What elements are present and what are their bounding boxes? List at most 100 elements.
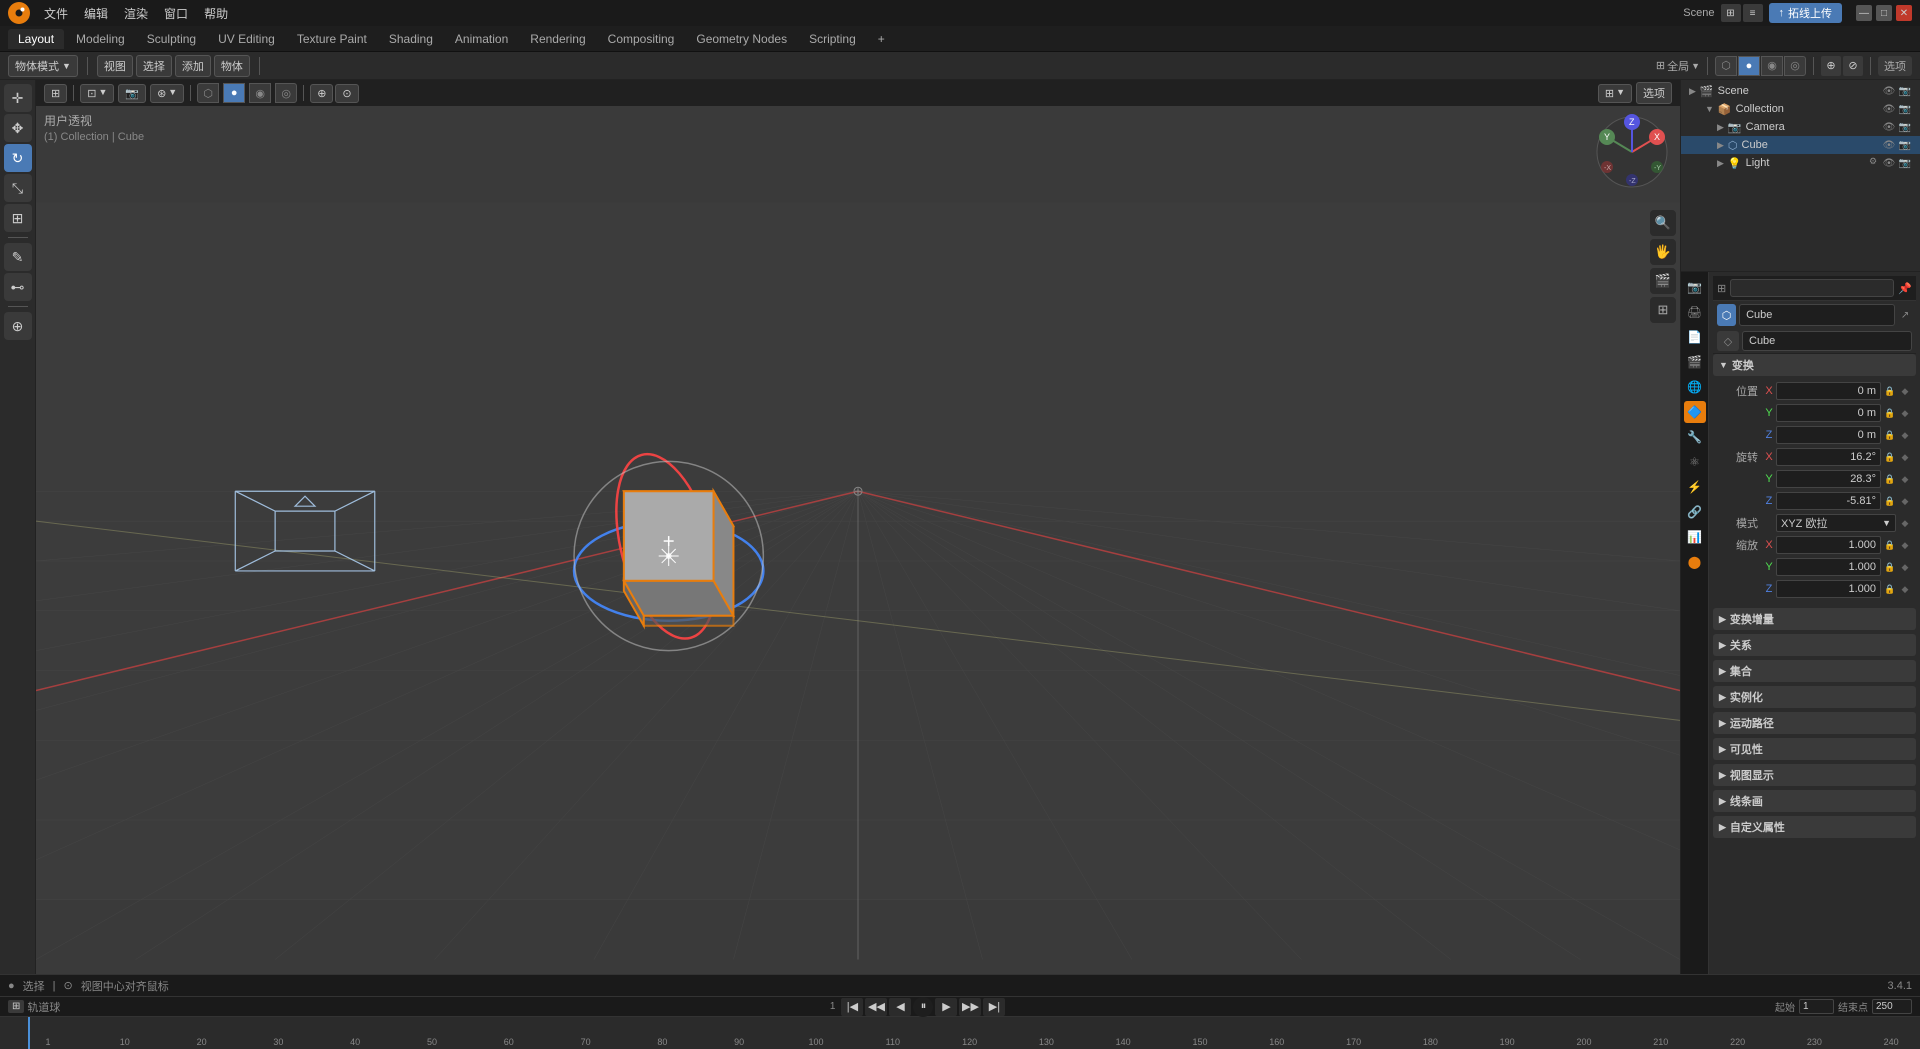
tab-modeling[interactable]: Modeling [66,29,135,49]
hdr-render-btn[interactable]: ◎ [275,83,297,103]
scale-x-field[interactable]: 1.000 [1776,536,1881,554]
editor-type-btn[interactable]: ⊞ [1721,4,1741,22]
outliner-item-scene[interactable]: ▶ 🎬 Scene 👁 📷 [1681,82,1920,100]
snap-btn[interactable]: ⊕ [310,84,333,103]
view-menu[interactable]: 视图 [97,55,133,77]
outliner-item-camera[interactable]: ▶ 📷 Camera 👁 📷 [1681,118,1920,136]
close-btn[interactable]: ✕ [1896,5,1912,21]
transform-section-header[interactable]: ▼ 变换 [1713,354,1916,376]
cursor-tool[interactable]: ✛ [4,84,32,112]
options-btn[interactable]: 选项 [1878,56,1912,76]
props-data-btn[interactable]: 📊 [1684,526,1706,548]
props-view-layer-btn[interactable]: 📄 [1684,326,1706,348]
light-settings-btn[interactable]: ⚙ [1866,156,1880,170]
data-name-input[interactable] [1742,331,1912,351]
collection-render-btn[interactable]: 📷 [1898,102,1912,116]
gizmo-toggle[interactable]: ⊕ [1821,56,1841,76]
viewport-editor-type[interactable]: ⊞ [44,84,67,103]
visibility-header[interactable]: ▶ 可见性 [1713,738,1916,760]
step-back-btn[interactable]: ◀◀ [865,998,887,1016]
tab-sculpting[interactable]: Sculpting [137,29,206,49]
camera-vis-btn[interactable]: 👁 [1882,120,1896,134]
loc-x-keyframe[interactable]: ◆ [1898,384,1912,398]
line-art-header[interactable]: ▶ 线条画 [1713,790,1916,812]
collection-vis-btn[interactable]: 👁 [1882,102,1896,116]
tab-uv-editing[interactable]: UV Editing [208,29,285,49]
annotate-tool[interactable]: ✎ [4,243,32,271]
light-vis-btn[interactable]: 👁 [1882,156,1896,170]
jump-start-btn[interactable]: |◀ [841,998,863,1016]
props-constraints-btn[interactable]: 🔗 [1684,501,1706,523]
tab-animation[interactable]: Animation [445,29,518,49]
rot-y-field[interactable]: 28.3° [1776,470,1881,488]
loc-y-field[interactable]: 0 m [1776,404,1881,422]
menu-window[interactable]: 窗口 [158,3,194,24]
rot-z-lock[interactable]: 🔒 [1883,494,1897,508]
props-scene-btn[interactable]: 🎬 [1684,351,1706,373]
jump-end-btn[interactable]: ▶| [983,998,1005,1016]
outliner-item-light[interactable]: ▶ 💡 Light ⚙ 👁 📷 [1681,154,1920,172]
cube-vis-btn[interactable]: 👁 [1882,138,1896,152]
camera-render-btn[interactable]: 📷 [1898,120,1912,134]
scale-x-lock[interactable]: 🔒 [1883,538,1897,552]
measure-tool[interactable]: ⊷ [4,273,32,301]
play-forward-btn[interactable]: ▶ [935,998,957,1016]
play-back-btn[interactable]: ◀ [889,998,911,1016]
menu-file[interactable]: 文件 [38,3,74,24]
loc-y-lock[interactable]: 🔒 [1883,406,1897,420]
props-particles-btn[interactable]: ⚛ [1684,451,1706,473]
upload-button[interactable]: ↑ 拓线上传 [1769,3,1843,23]
rot-z-keyframe[interactable]: ◆ [1898,494,1912,508]
loc-z-lock[interactable]: 🔒 [1883,428,1897,442]
scene-vis-btn[interactable]: 👁 [1882,84,1896,98]
props-pin-btn[interactable]: 📌 [1898,282,1912,295]
tab-geometry-nodes[interactable]: Geometry Nodes [686,29,797,49]
outliner-item-cube[interactable]: ▶ ⬡ Cube 👁 📷 [1681,136,1920,154]
local-global-toggle[interactable]: ⊛▼ [150,84,184,103]
rot-x-keyframe[interactable]: ◆ [1898,450,1912,464]
play-stop-btn[interactable]: ⏸ [913,997,933,1017]
instancing-header[interactable]: ▶ 实例化 [1713,686,1916,708]
add-menu[interactable]: 添加 [175,55,211,77]
zoom-out-btn[interactable]: 🖐 [1650,239,1676,265]
rot-mode-keyframe[interactable]: ◆ [1898,516,1912,530]
props-search-input[interactable] [1730,279,1894,297]
menu-edit[interactable]: 编辑 [78,3,114,24]
rotation-mode-select[interactable]: XYZ 欧拉 ▼ [1776,514,1896,532]
workspace-btn[interactable]: ≡ [1743,4,1763,22]
scale-y-lock[interactable]: 🔒 [1883,560,1897,574]
props-modifier-btn[interactable]: 🔧 [1684,426,1706,448]
transform-tool[interactable]: ⊞ [4,204,32,232]
tab-texture-paint[interactable]: Texture Paint [287,29,377,49]
view-perspective-btn[interactable]: ⊡▼ [80,84,114,103]
props-material-btn[interactable]: ⬤ [1684,551,1706,573]
material-btn[interactable]: ◉ [1761,56,1783,76]
obj-name-extra-btn[interactable]: ↗ [1898,304,1912,326]
start-frame-input[interactable] [1799,999,1834,1014]
scale-z-keyframe[interactable]: ◆ [1898,582,1912,596]
scale-x-keyframe[interactable]: ◆ [1898,538,1912,552]
timeline-ruler[interactable]: 1 10 20 30 40 50 60 70 80 90 100 110 120… [0,1017,1920,1049]
relations-header[interactable]: ▶ 关系 [1713,634,1916,656]
viewport-options-btn[interactable]: 选项 [1636,82,1672,104]
tab-shading[interactable]: Shading [379,29,443,49]
scale-y-keyframe[interactable]: ◆ [1898,560,1912,574]
delta-transform-header[interactable]: ▶ 变换增量 [1713,608,1916,630]
scene-render-btn[interactable]: 📷 [1898,84,1912,98]
camera-view-btn[interactable]: 🎬 [1650,268,1676,294]
zoom-in-btn[interactable]: 🔍 [1650,210,1676,236]
scale-z-field[interactable]: 1.000 [1776,580,1881,598]
overlay-toggle[interactable]: ⊘ [1843,56,1863,76]
collections-header[interactable]: ▶ 集合 [1713,660,1916,682]
move-tool[interactable]: ✥ [4,114,32,142]
tab-add[interactable]: + [868,29,895,49]
menu-render[interactable]: 渲染 [118,3,154,24]
wireframe-btn[interactable]: ⬡ [1715,56,1737,76]
menu-help[interactable]: 帮助 [198,3,234,24]
custom-props-header[interactable]: ▶ 自定义属性 [1713,816,1916,838]
props-world-btn[interactable]: 🌐 [1684,376,1706,398]
tab-scripting[interactable]: Scripting [799,29,866,49]
timeline-orbits-label[interactable]: 轨道球 [27,999,60,1015]
hdr-wireframe-btn[interactable]: ⬡ [197,83,219,103]
rot-x-lock[interactable]: 🔒 [1883,450,1897,464]
